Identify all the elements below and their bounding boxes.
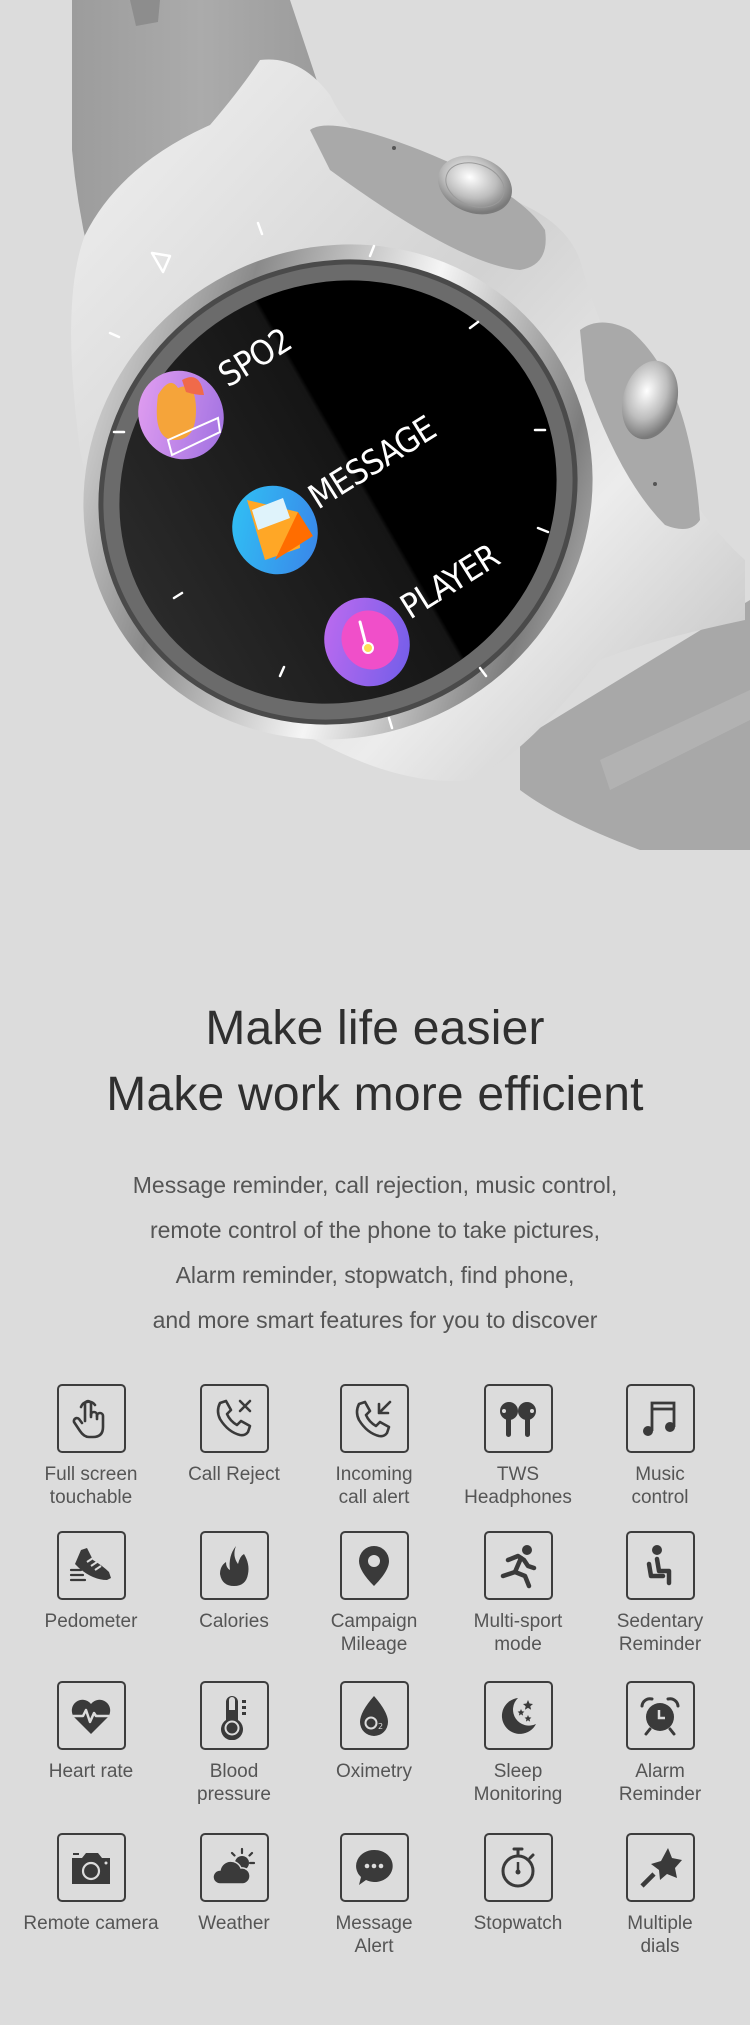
music-note-icon [643,1401,676,1436]
feature-icon-box [56,1531,126,1600]
feature-item: Multiple dials [589,1833,731,1958]
svg-text:2: 2 [378,1722,383,1731]
oxygen-drop-icon: 2 [360,1695,388,1736]
call-reject-icon [216,1399,252,1436]
feature-label: Sleep Monitoring [473,1761,563,1805]
description-line: Message reminder, call rejection, music … [132,1172,618,1198]
feature-item: Calories [163,1531,305,1633]
feature-item: Weather [163,1833,305,1935]
feature-icon-box [483,1384,553,1453]
feature-label: Incoming call alert [335,1464,413,1508]
feature-icon-box [56,1833,126,1902]
feature-icon-box [339,1531,409,1600]
feature-icon-box [625,1833,695,1902]
shoe-icon [69,1547,111,1581]
incoming-call-icon [355,1400,392,1437]
feature-icon-box [199,1531,269,1600]
earbuds-icon [500,1401,536,1437]
feature-label: Pedometer [44,1611,138,1632]
feature-item: Call Reject [163,1384,305,1486]
feature-label: Calories [199,1611,269,1632]
feature-label: Weather [198,1913,270,1934]
description-line: and more smart features for you to disco… [152,1307,598,1333]
alarm-clock-icon [640,1696,680,1735]
feature-label: Stopwatch [473,1913,563,1934]
feature-item: Pedometer [20,1531,162,1633]
feature-label: Oximetry [336,1761,412,1782]
feature-item: Sedentary Reminder [589,1531,731,1656]
feature-icon-box [199,1833,269,1902]
feature-label: Multiple dials [627,1913,693,1957]
feature-label: Heart rate [48,1761,134,1782]
feature-label: Full screen touchable [44,1464,138,1508]
chat-bubble-icon [356,1849,393,1885]
feature-description: Message reminder, call rejection, music … [0,1163,750,1343]
moon-stars-icon [501,1697,536,1734]
cloud-sun-icon [212,1847,256,1885]
feature-icon-box [625,1681,695,1750]
feature-item: Message Alert [303,1833,445,1958]
feature-label: Multi-sport mode [473,1611,563,1655]
feature-icon-box [625,1531,695,1600]
feature-icon-box [56,1384,126,1453]
feature-icon-box [339,1384,409,1453]
feature-item: Full screen touchable [20,1384,162,1509]
feature-item: Incoming call alert [303,1384,445,1509]
flame-icon [220,1545,249,1586]
feature-icon-box [339,1833,409,1902]
feature-label: Blood pressure [197,1761,271,1805]
feature-label: Alarm Reminder [618,1761,702,1805]
description-line: Alarm reminder, stopwatch, find phone, [175,1262,575,1288]
camera-icon [72,1852,110,1884]
feature-icon-box: 2 [339,1681,409,1750]
heart-pulse-icon [71,1699,111,1734]
feature-label: Message Alert [335,1913,413,1957]
feature-icon-box [56,1681,126,1750]
product-hero-image: SPO2 MESSAGE PLAYER [0,0,750,850]
stopwatch-icon [501,1847,535,1887]
feature-label: Call Reject [188,1464,280,1485]
feature-icon-box [199,1384,269,1453]
feature-item: Multi-sport mode [447,1531,589,1656]
magic-wand-icon [640,1847,682,1888]
feature-item: Campaign Mileage [303,1531,445,1656]
feature-item: TWS Headphones [447,1384,589,1509]
feature-label: Remote camera [23,1913,159,1934]
feature-item: Heart rate [20,1681,162,1783]
feature-icon-box [625,1384,695,1453]
feature-item: Music control [589,1384,731,1509]
feature-label: Campaign Mileage [330,1611,418,1655]
feature-item: 2 Oximetry [303,1681,445,1783]
location-pin-icon [359,1545,389,1586]
feature-icon-box [483,1531,553,1600]
feature-item: Alarm Reminder [589,1681,731,1806]
feature-label: TWS Headphones [464,1464,572,1508]
smartwatch-illustration: SPO2 MESSAGE PLAYER [71,0,750,850]
feature-item: Stopwatch [447,1833,589,1935]
headline-line-2: Make work more efficient [106,1068,644,1121]
feature-item: Blood pressure [163,1681,305,1806]
feature-icon-box [199,1681,269,1750]
touch-hand-icon [72,1399,105,1438]
feature-item: Sleep Monitoring [447,1681,589,1806]
feature-icon-box [483,1833,553,1902]
feature-icon-box [483,1681,553,1750]
seated-person-icon [646,1544,672,1585]
running-person-icon [500,1544,537,1588]
headline-line-1: Make life easier [205,1002,545,1055]
headline: Make life easier Make work more efficien… [0,996,750,1128]
feature-label: Sedentary Reminder [616,1611,704,1655]
thermometer-icon [221,1695,246,1740]
description-line: remote control of the phone to take pict… [149,1217,601,1243]
feature-label: Music control [631,1464,689,1508]
feature-item: Remote camera [20,1833,162,1935]
